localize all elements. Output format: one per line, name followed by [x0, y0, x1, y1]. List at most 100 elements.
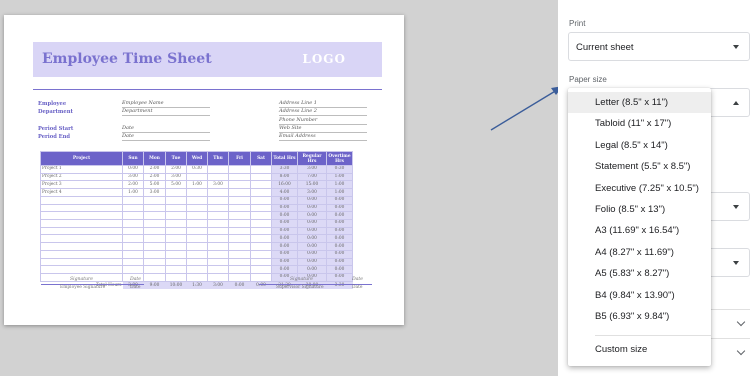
web-site: Web Site [279, 125, 367, 133]
menu-item-custom-size[interactable]: Custom size [568, 339, 711, 360]
table-cell: 0:00 [326, 234, 353, 244]
table-cell [228, 203, 251, 213]
table-cell: 5:00 [165, 180, 187, 190]
table-row: 0:00 0:00 0:00 [40, 242, 353, 251]
table-cell: 0:00 [297, 257, 327, 267]
column-header: Sat [250, 151, 272, 166]
table-cell [228, 249, 251, 259]
table-cell [40, 203, 123, 213]
column-header: Wed [186, 151, 208, 166]
menu-item-paper-size[interactable]: A4 (8.27" x 11.69") [568, 242, 711, 263]
table-cell [40, 211, 123, 221]
table-cell [186, 265, 208, 275]
table-cell [186, 226, 208, 236]
table-cell [250, 203, 272, 213]
table-cell: 0:00 [297, 211, 327, 221]
table-cell [207, 226, 229, 236]
table-cell [228, 180, 251, 190]
timesheet-table: Project Sun Mon Tue Wed Thu Fri Sat Total Hrs Reg… [40, 151, 353, 290]
table-row: 0:00 0:00 0:00 [40, 211, 353, 221]
table-cell: 2:00 [122, 180, 144, 190]
table-cell: 0:00 [271, 219, 298, 228]
table-cell: 0:00 [271, 211, 298, 221]
column-header: Thu [207, 151, 229, 166]
table-cell: 5:00 [143, 180, 166, 190]
menu-item-paper-size[interactable]: Statement (5.5" x 8.5") [568, 156, 711, 177]
table-cell [40, 234, 123, 244]
table-cell [143, 195, 166, 205]
table-cell [207, 234, 229, 244]
table-cell [250, 257, 272, 267]
table-cell [143, 234, 166, 244]
menu-item-paper-size[interactable]: B5 (6.93" x 9.84") [568, 306, 711, 327]
table-cell [165, 226, 187, 236]
table-cell [122, 234, 144, 244]
table-row: 0:00 0:00 0:00 [40, 249, 353, 259]
table-cell [228, 211, 251, 221]
supervisor-signature-placeholder: Signature [290, 277, 313, 282]
table-cell: 2:00 [143, 165, 166, 174]
period-end-label: Period End [38, 134, 71, 140]
total-cell: 3:30 [326, 280, 353, 290]
table-cell [250, 265, 272, 275]
table-cell: 0:00 [122, 165, 144, 174]
expand-chevron-icon [736, 346, 746, 356]
menu-item-paper-size[interactable]: A3 (11.69" x 16.54") [568, 220, 711, 241]
table-cell [207, 195, 229, 205]
table-cell [122, 203, 144, 213]
table-cell [186, 172, 208, 182]
chevron-down-icon [733, 205, 739, 209]
table-cell: 0:00 [326, 203, 353, 213]
employee-signature-placeholder: Signature [70, 277, 93, 282]
table-row: Project 2 3:00 2:00 3:00 8:00 7:00 1:00 [40, 172, 353, 182]
menu-item-paper-size[interactable]: Legal (8.5" x 14") [568, 135, 711, 156]
table-cell: 0:00 [326, 195, 353, 205]
table-cell [250, 195, 272, 205]
column-header: Tue [165, 151, 187, 166]
table-cell: 0:00 [271, 242, 298, 251]
table-cell [165, 273, 187, 282]
title-divider [33, 89, 382, 90]
table-cell [250, 273, 272, 282]
total-cell: 0:00 [228, 280, 251, 290]
print-scope-select[interactable]: Current sheet [568, 32, 750, 61]
table-cell [207, 257, 229, 267]
table-row: 0:00 0:00 0:00 [40, 234, 353, 244]
table-cell: 3:00 [122, 172, 144, 182]
menu-item-paper-size[interactable]: Folio (8.5" x 13") [568, 199, 711, 220]
table-cell [228, 257, 251, 267]
column-header: Project [40, 151, 123, 166]
table-cell: 0:00 [271, 265, 298, 275]
supervisor-signature-caption: Supervisor Signature [276, 285, 324, 290]
menu-item-paper-size[interactable]: Executive (7.25" x 10.5") [568, 178, 711, 199]
table-row: 0:00 0:00 0:00 [40, 265, 353, 275]
menu-item-paper-size[interactable]: B4 (9.84" x 13.90") [568, 285, 711, 306]
table-cell [207, 249, 229, 259]
table-cell: 0:00 [271, 234, 298, 244]
table-cell [165, 195, 187, 205]
table-cell [207, 172, 229, 182]
table-cell: 0:00 [326, 211, 353, 221]
chevron-up-icon [733, 101, 739, 105]
table-cell [228, 195, 251, 205]
table-cell [40, 265, 123, 275]
address-line-1: Address Line 1 [279, 100, 367, 108]
table-cell [207, 203, 229, 213]
print-scope-value: Current sheet [576, 42, 634, 53]
employee-label: Employee [38, 101, 67, 107]
menu-item-paper-size[interactable]: Tabloid (11" x 17") [568, 113, 711, 134]
menu-item-paper-size[interactable]: Letter (8.5" x 11") [568, 92, 711, 113]
table-cell [228, 165, 251, 174]
table-cell [250, 219, 272, 228]
menu-item-paper-size[interactable]: A5 (5.83" x 8.27") [568, 263, 711, 284]
table-row: 0:00 0:00 0:00 [40, 219, 353, 228]
table-cell [186, 257, 208, 267]
print-preview-area: Employee Time Sheet LOGO Employee Depart… [0, 0, 558, 376]
table-cell: 0:00 [326, 273, 353, 282]
table-cell: 0:00 [271, 257, 298, 267]
table-cell: 1:00 [326, 180, 353, 190]
table-cell: 2:00 [143, 172, 166, 182]
table-cell: 2:00 [165, 165, 187, 174]
table-cell [250, 234, 272, 244]
table-cell: 0:00 [297, 242, 327, 251]
